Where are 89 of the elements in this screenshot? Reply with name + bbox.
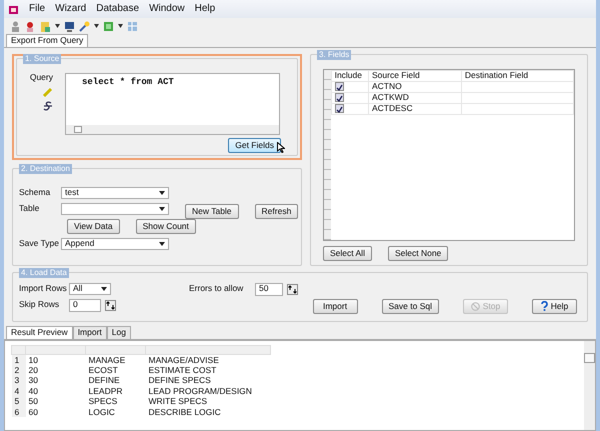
table-cell-text: LEADPR bbox=[88, 386, 124, 396]
table-cell-text: LEAD PROGRAM/DESIGN bbox=[148, 386, 253, 396]
result-tab[interactable]: Import bbox=[72, 326, 107, 339]
row-number: 4 bbox=[12, 386, 26, 396]
field-label: Table bbox=[19, 204, 40, 214]
column-header: Include bbox=[331, 70, 368, 82]
new-table-button[interactable]: New Table bbox=[185, 204, 239, 219]
menu-item[interactable]: File bbox=[29, 3, 46, 15]
query-text: select * from ACT bbox=[81, 76, 175, 89]
table-cell: MANAGE/ADVISE bbox=[146, 354, 270, 365]
wand-icon[interactable] bbox=[79, 20, 90, 32]
caret-icon[interactable] bbox=[159, 242, 165, 246]
caret-icon[interactable] bbox=[94, 24, 99, 28]
group-title: 2. Destination bbox=[19, 164, 72, 174]
table-cell-text: ECOST bbox=[88, 364, 119, 376]
result-tab[interactable]: Log bbox=[106, 326, 131, 339]
caret-icon[interactable] bbox=[55, 24, 60, 28]
caret-icon[interactable] bbox=[101, 286, 107, 291]
menu-item[interactable]: Window bbox=[149, 3, 185, 15]
include-checkbox[interactable] bbox=[334, 93, 344, 102]
caret-icon[interactable] bbox=[159, 206, 165, 211]
select-all-button[interactable]: Select All bbox=[323, 246, 372, 261]
include-checkbox[interactable] bbox=[334, 104, 344, 114]
refresh-button[interactable]: Refresh bbox=[254, 204, 298, 219]
view-data-button[interactable]: View Data bbox=[67, 218, 120, 234]
group-title: 4. Load Data bbox=[19, 268, 69, 278]
table-cell-text: ESTIMATE COST bbox=[148, 364, 218, 376]
save-type-dropdown[interactable]: Append bbox=[61, 238, 169, 250]
menu-item[interactable]: Database bbox=[96, 3, 140, 15]
table-cell-text: LOGIC bbox=[88, 406, 116, 418]
row-number: 6 bbox=[12, 406, 26, 418]
table-cell: MANAGE bbox=[86, 354, 146, 365]
spin-icon[interactable] bbox=[105, 300, 116, 311]
import-rows-dropdown[interactable]: All bbox=[69, 282, 111, 295]
table-cell-text: WRITE SPECS bbox=[148, 396, 208, 407]
include-checkbox[interactable] bbox=[334, 82, 344, 92]
table-cell: 40 bbox=[26, 386, 86, 396]
field-label: Query bbox=[30, 72, 53, 83]
group-title: 1. Source bbox=[23, 54, 62, 64]
help-button[interactable]: Help bbox=[532, 298, 577, 314]
table-cell: ACTKWD bbox=[368, 92, 462, 104]
field-label: Errors to allow bbox=[189, 284, 244, 294]
stop-icon bbox=[470, 302, 480, 311]
column-header: Destination Field bbox=[461, 70, 574, 82]
group-title: 3. Fields bbox=[317, 50, 352, 60]
action-button[interactable]: Save to Sql bbox=[382, 298, 439, 314]
skip-rows-field[interactable]: 0 bbox=[69, 298, 101, 312]
column-header: Source Field bbox=[368, 70, 462, 82]
table-cell: 60 bbox=[26, 406, 86, 418]
row-number: 1 bbox=[12, 354, 26, 365]
fields-grid[interactable]: Include Source Field Destination Field ACTNO ACTKWD ACTDESC bbox=[323, 68, 575, 241]
row-number: 5 bbox=[12, 396, 26, 407]
table-cell-text: DEFINE bbox=[88, 375, 121, 386]
get-fields-button[interactable]: Get Fields bbox=[228, 138, 281, 153]
horizontal-scrollbar[interactable] bbox=[66, 124, 279, 134]
table-cell-text: DESCRIBE LOGIC bbox=[148, 406, 222, 418]
table-cell: 50 bbox=[26, 396, 86, 407]
result-tab[interactable]: Result Preview bbox=[6, 326, 73, 339]
menu-item[interactable]: Help bbox=[194, 3, 216, 15]
spin-icon[interactable] bbox=[287, 284, 298, 295]
table-cell: ACTNO bbox=[368, 81, 462, 92]
cursor-icon bbox=[277, 142, 285, 153]
action-button[interactable]: Import bbox=[312, 298, 358, 314]
show-count-button[interactable]: Show Count bbox=[136, 218, 196, 234]
schema-dropdown[interactable]: test bbox=[61, 186, 169, 199]
select-none-button[interactable]: Select None bbox=[388, 246, 448, 261]
field-label: Skip Rows bbox=[19, 300, 60, 310]
query-editor[interactable]: select * from ACT bbox=[65, 72, 280, 135]
table-cell-text: SPECS bbox=[88, 396, 118, 407]
document-icon[interactable] bbox=[40, 20, 51, 32]
table-cell-text: DEFINE SPECS bbox=[148, 375, 212, 386]
monitor-icon[interactable] bbox=[64, 20, 75, 32]
scrollbar[interactable] bbox=[584, 340, 595, 430]
app-icon bbox=[8, 4, 19, 14]
field-label: Import Rows bbox=[19, 284, 68, 294]
errors-field[interactable]: 50 bbox=[255, 282, 283, 296]
field-label: Save Type bbox=[19, 238, 60, 249]
table-cell: 10 bbox=[26, 354, 86, 365]
caret-icon[interactable] bbox=[159, 190, 165, 195]
document-tab[interactable]: Export From Query bbox=[6, 34, 88, 47]
menu-item[interactable]: Wizard bbox=[55, 3, 86, 15]
help-icon bbox=[540, 301, 548, 312]
table-cell: 30 bbox=[26, 375, 86, 386]
caret-icon[interactable] bbox=[118, 24, 123, 28]
field-label: Schema bbox=[19, 188, 52, 198]
table-cell: ACTDESC bbox=[368, 103, 462, 114]
row-number: 3 bbox=[12, 375, 26, 386]
row-number: 2 bbox=[12, 364, 26, 376]
table-cell: 20 bbox=[26, 364, 86, 376]
